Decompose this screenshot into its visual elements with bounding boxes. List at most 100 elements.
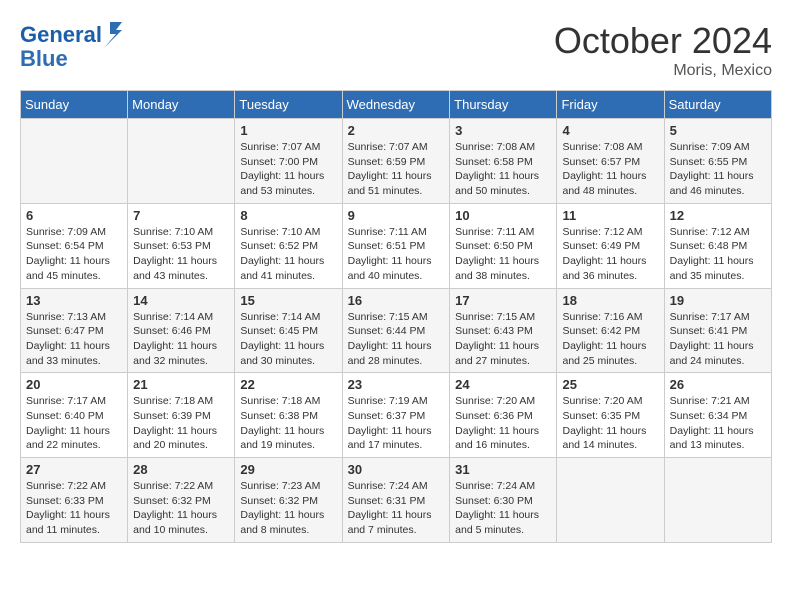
day-number: 22 bbox=[240, 377, 336, 392]
calendar-cell: 24 Sunrise: 7:20 AMSunset: 6:36 PMDayligh… bbox=[450, 373, 557, 458]
day-number: 10 bbox=[455, 208, 551, 223]
calendar-cell: 29 Sunrise: 7:23 AMSunset: 6:32 PMDayligh… bbox=[235, 458, 342, 543]
day-number: 11 bbox=[562, 208, 658, 223]
day-number: 29 bbox=[240, 462, 336, 477]
day-number: 8 bbox=[240, 208, 336, 223]
day-number: 21 bbox=[133, 377, 229, 392]
cell-info: Sunrise: 7:15 AMSunset: 6:44 PMDaylight:… bbox=[348, 310, 445, 369]
calendar-cell: 15 Sunrise: 7:14 AMSunset: 6:45 PMDayligh… bbox=[235, 288, 342, 373]
day-number: 1 bbox=[240, 123, 336, 138]
calendar-cell: 26 Sunrise: 7:21 AMSunset: 6:34 PMDayligh… bbox=[664, 373, 771, 458]
calendar-cell: 8 Sunrise: 7:10 AMSunset: 6:52 PMDaylight… bbox=[235, 203, 342, 288]
calendar-week-row: 27 Sunrise: 7:22 AMSunset: 6:33 PMDayligh… bbox=[21, 458, 772, 543]
calendar-cell: 2 Sunrise: 7:07 AMSunset: 6:59 PMDaylight… bbox=[342, 119, 450, 204]
calendar-cell: 18Sunrise: 7:16 AMSunset: 6:42 PMDayligh… bbox=[557, 288, 664, 373]
cell-info: Sunrise: 7:07 AMSunset: 6:59 PMDaylight:… bbox=[348, 140, 445, 199]
calendar-cell: 22Sunrise: 7:18 AMSunset: 6:38 PMDayligh… bbox=[235, 373, 342, 458]
calendar-week-row: 6 Sunrise: 7:09 AMSunset: 6:54 PMDaylight… bbox=[21, 203, 772, 288]
calendar-header-row: SundayMondayTuesdayWednesdayThursdayFrid… bbox=[21, 91, 772, 119]
location: Moris, Mexico bbox=[554, 62, 772, 80]
day-number: 19 bbox=[670, 293, 766, 308]
title-block: October 2024 Moris, Mexico bbox=[554, 20, 772, 80]
day-number: 26 bbox=[670, 377, 766, 392]
logo-blue: Blue bbox=[20, 46, 68, 72]
calendar-cell: 25Sunrise: 7:20 AMSunset: 6:35 PMDayligh… bbox=[557, 373, 664, 458]
calendar-table: SundayMondayTuesdayWednesdayThursdayFrid… bbox=[20, 90, 772, 543]
day-number: 24 bbox=[455, 377, 551, 392]
calendar-cell: 12 Sunrise: 7:12 AMSunset: 6:48 PMDayligh… bbox=[664, 203, 771, 288]
calendar-cell bbox=[664, 458, 771, 543]
cell-info: Sunrise: 7:10 AMSunset: 6:52 PMDaylight:… bbox=[240, 225, 336, 284]
cell-info: Sunrise: 7:22 AMSunset: 6:33 PMDaylight:… bbox=[26, 479, 122, 538]
calendar-cell bbox=[128, 119, 235, 204]
col-header-friday: Friday bbox=[557, 91, 664, 119]
cell-info: Sunrise: 7:13 AMSunset: 6:47 PMDaylight:… bbox=[26, 310, 122, 369]
cell-info: Sunrise: 7:20 AMSunset: 6:36 PMDaylight:… bbox=[455, 394, 551, 453]
cell-info: Sunrise: 7:18 AMSunset: 6:39 PMDaylight:… bbox=[133, 394, 229, 453]
day-number: 7 bbox=[133, 208, 229, 223]
calendar-week-row: 1 Sunrise: 7:07 AMSunset: 7:00 PMDaylight… bbox=[21, 119, 772, 204]
calendar-cell: 7 Sunrise: 7:10 AMSunset: 6:53 PMDaylight… bbox=[128, 203, 235, 288]
day-number: 18 bbox=[562, 293, 658, 308]
cell-info: Sunrise: 7:08 AMSunset: 6:58 PMDaylight:… bbox=[455, 140, 551, 199]
cell-info: Sunrise: 7:12 AMSunset: 6:48 PMDaylight:… bbox=[670, 225, 766, 284]
day-number: 28 bbox=[133, 462, 229, 477]
logo-icon bbox=[102, 20, 124, 50]
cell-info: Sunrise: 7:24 AMSunset: 6:31 PMDaylight:… bbox=[348, 479, 445, 538]
cell-info: Sunrise: 7:12 AMSunset: 6:49 PMDaylight:… bbox=[562, 225, 658, 284]
calendar-cell: 3 Sunrise: 7:08 AMSunset: 6:58 PMDaylight… bbox=[450, 119, 557, 204]
calendar-cell: 5 Sunrise: 7:09 AMSunset: 6:55 PMDaylight… bbox=[664, 119, 771, 204]
col-header-sunday: Sunday bbox=[21, 91, 128, 119]
cell-info: Sunrise: 7:09 AMSunset: 6:54 PMDaylight:… bbox=[26, 225, 122, 284]
cell-info: Sunrise: 7:10 AMSunset: 6:53 PMDaylight:… bbox=[133, 225, 229, 284]
day-number: 16 bbox=[348, 293, 445, 308]
day-number: 5 bbox=[670, 123, 766, 138]
logo-text: General bbox=[20, 23, 102, 47]
calendar-cell bbox=[21, 119, 128, 204]
calendar-cell: 20Sunrise: 7:17 AMSunset: 6:40 PMDayligh… bbox=[21, 373, 128, 458]
cell-info: Sunrise: 7:08 AMSunset: 6:57 PMDaylight:… bbox=[562, 140, 658, 199]
calendar-cell: 10 Sunrise: 7:11 AMSunset: 6:50 PMDayligh… bbox=[450, 203, 557, 288]
day-number: 12 bbox=[670, 208, 766, 223]
calendar-cell: 28 Sunrise: 7:22 AMSunset: 6:32 PMDayligh… bbox=[128, 458, 235, 543]
calendar-cell: 30 Sunrise: 7:24 AMSunset: 6:31 PMDayligh… bbox=[342, 458, 450, 543]
calendar-cell: 14 Sunrise: 7:14 AMSunset: 6:46 PMDayligh… bbox=[128, 288, 235, 373]
cell-info: Sunrise: 7:11 AMSunset: 6:50 PMDaylight:… bbox=[455, 225, 551, 284]
cell-info: Sunrise: 7:07 AMSunset: 7:00 PMDaylight:… bbox=[240, 140, 336, 199]
day-number: 17 bbox=[455, 293, 551, 308]
day-number: 31 bbox=[455, 462, 551, 477]
month-title: October 2024 bbox=[554, 20, 772, 62]
cell-info: Sunrise: 7:15 AMSunset: 6:43 PMDaylight:… bbox=[455, 310, 551, 369]
day-number: 30 bbox=[348, 462, 445, 477]
day-number: 3 bbox=[455, 123, 551, 138]
cell-info: Sunrise: 7:23 AMSunset: 6:32 PMDaylight:… bbox=[240, 479, 336, 538]
calendar-cell: 16 Sunrise: 7:15 AMSunset: 6:44 PMDayligh… bbox=[342, 288, 450, 373]
calendar-cell: 4 Sunrise: 7:08 AMSunset: 6:57 PMDaylight… bbox=[557, 119, 664, 204]
cell-info: Sunrise: 7:11 AMSunset: 6:51 PMDaylight:… bbox=[348, 225, 445, 284]
day-number: 15 bbox=[240, 293, 336, 308]
day-number: 4 bbox=[562, 123, 658, 138]
cell-info: Sunrise: 7:17 AMSunset: 6:41 PMDaylight:… bbox=[670, 310, 766, 369]
day-number: 2 bbox=[348, 123, 445, 138]
calendar-cell: 13 Sunrise: 7:13 AMSunset: 6:47 PMDayligh… bbox=[21, 288, 128, 373]
calendar-cell: 27 Sunrise: 7:22 AMSunset: 6:33 PMDayligh… bbox=[21, 458, 128, 543]
calendar-cell: 11 Sunrise: 7:12 AMSunset: 6:49 PMDayligh… bbox=[557, 203, 664, 288]
cell-info: Sunrise: 7:22 AMSunset: 6:32 PMDaylight:… bbox=[133, 479, 229, 538]
day-number: 27 bbox=[26, 462, 122, 477]
cell-info: Sunrise: 7:19 AMSunset: 6:37 PMDaylight:… bbox=[348, 394, 445, 453]
day-number: 23 bbox=[348, 377, 445, 392]
col-header-monday: Monday bbox=[128, 91, 235, 119]
cell-info: Sunrise: 7:09 AMSunset: 6:55 PMDaylight:… bbox=[670, 140, 766, 199]
cell-info: Sunrise: 7:21 AMSunset: 6:34 PMDaylight:… bbox=[670, 394, 766, 453]
calendar-cell: 21 Sunrise: 7:18 AMSunset: 6:39 PMDayligh… bbox=[128, 373, 235, 458]
calendar-week-row: 20Sunrise: 7:17 AMSunset: 6:40 PMDayligh… bbox=[21, 373, 772, 458]
col-header-thursday: Thursday bbox=[450, 91, 557, 119]
day-number: 14 bbox=[133, 293, 229, 308]
col-header-wednesday: Wednesday bbox=[342, 91, 450, 119]
logo: General Blue bbox=[20, 20, 124, 72]
day-number: 13 bbox=[26, 293, 122, 308]
cell-info: Sunrise: 7:24 AMSunset: 6:30 PMDaylight:… bbox=[455, 479, 551, 538]
cell-info: Sunrise: 7:14 AMSunset: 6:45 PMDaylight:… bbox=[240, 310, 336, 369]
day-number: 6 bbox=[26, 208, 122, 223]
cell-info: Sunrise: 7:14 AMSunset: 6:46 PMDaylight:… bbox=[133, 310, 229, 369]
